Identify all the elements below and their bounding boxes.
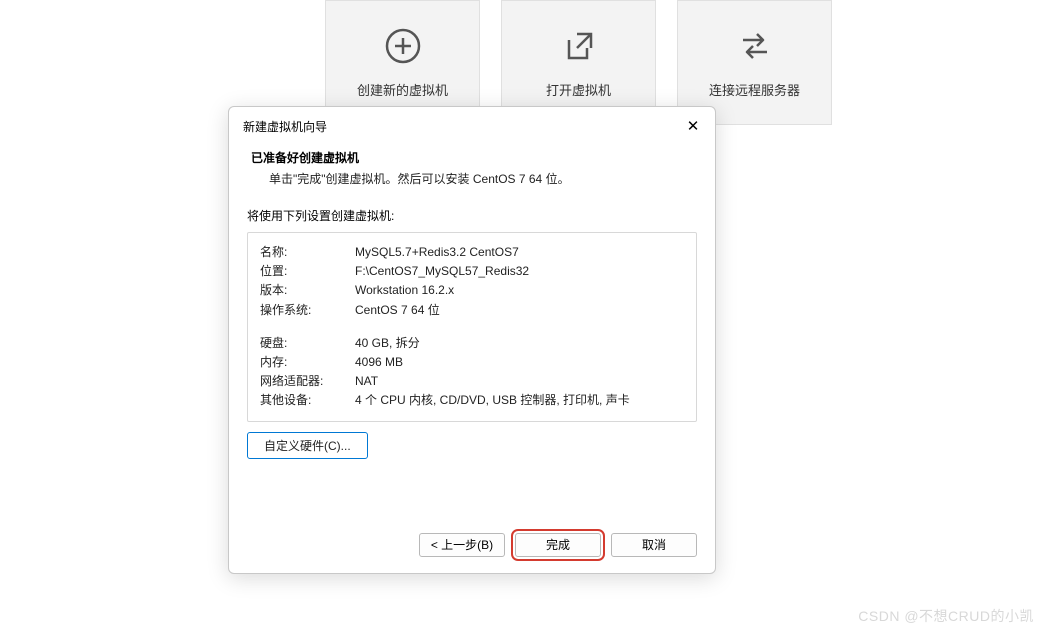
- settings-intro: 将使用下列设置创建虚拟机:: [247, 207, 697, 224]
- row-other: 其他设备:4 个 CPU 内核, CD/DVD, USB 控制器, 打印机, 声…: [260, 391, 684, 410]
- tile-open-label: 打开虚拟机: [546, 80, 611, 99]
- row-version: 版本:Workstation 16.2.x: [260, 281, 684, 300]
- dialog-titlebar: 新建虚拟机向导 ✕: [229, 107, 715, 145]
- swap-arrows-icon: [735, 26, 775, 66]
- close-icon[interactable]: ✕: [681, 114, 705, 138]
- watermark-text: CSDN @不想CRUD的小凯: [858, 606, 1034, 626]
- plus-circle-icon: [383, 26, 423, 66]
- settings-summary-box: 名称:MySQL5.7+Redis3.2 CentOS7 位置:F:\CentO…: [247, 232, 697, 422]
- customize-hardware-button[interactable]: 自定义硬件(C)...: [247, 432, 368, 459]
- dialog-footer: < 上一步(B) 完成 取消: [229, 521, 715, 573]
- row-os: 操作系统:CentOS 7 64 位: [260, 301, 684, 320]
- finish-button[interactable]: 完成: [515, 533, 601, 557]
- new-vm-wizard-dialog: 新建虚拟机向导 ✕ 已准备好创建虚拟机 单击"完成"创建虚拟机。然后可以安装 C…: [228, 106, 716, 574]
- tile-create-label: 创建新的虚拟机: [357, 80, 448, 99]
- dialog-subheading: 单击"完成"创建虚拟机。然后可以安装 CentOS 7 64 位。: [251, 170, 693, 187]
- row-memory: 内存:4096 MB: [260, 353, 684, 372]
- dialog-body: 将使用下列设置创建虚拟机: 名称:MySQL5.7+Redis3.2 CentO…: [229, 207, 715, 473]
- back-button[interactable]: < 上一步(B): [419, 533, 505, 557]
- open-external-icon: [559, 26, 599, 66]
- dialog-header: 已准备好创建虚拟机 单击"完成"创建虚拟机。然后可以安装 CentOS 7 64…: [229, 145, 715, 201]
- dialog-title-text: 新建虚拟机向导: [243, 118, 327, 135]
- row-name: 名称:MySQL5.7+Redis3.2 CentOS7: [260, 243, 684, 262]
- tile-connect-label: 连接远程服务器: [709, 80, 800, 99]
- cancel-button[interactable]: 取消: [611, 533, 697, 557]
- row-location: 位置:F:\CentOS7_MySQL57_Redis32: [260, 262, 684, 281]
- row-disk: 硬盘:40 GB, 拆分: [260, 334, 684, 353]
- dialog-heading: 已准备好创建虚拟机: [251, 149, 693, 166]
- row-network: 网络适配器:NAT: [260, 372, 684, 391]
